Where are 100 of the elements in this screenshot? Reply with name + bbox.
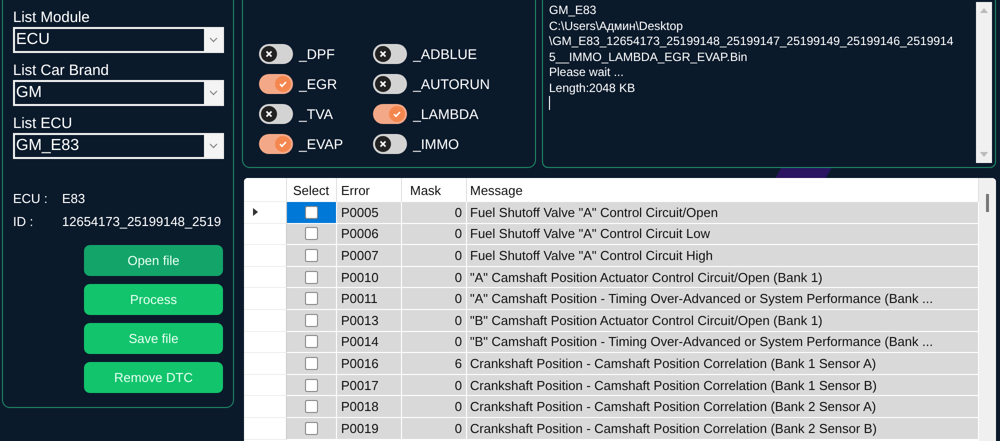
- checkbox[interactable]: [305, 335, 318, 348]
- table-cell: P0011: [337, 288, 402, 310]
- table-cell: 0: [402, 418, 467, 440]
- select-cell[interactable]: [287, 374, 337, 396]
- toggle-label: _LAMBDA: [413, 106, 478, 122]
- select-cell[interactable]: [287, 224, 337, 246]
- table-cell: "A" Camshaft Position - Timing Over-Advanced or System Performance (Bank ...: [467, 288, 979, 310]
- table-cell: 0: [402, 245, 467, 267]
- checkbox[interactable]: [305, 206, 318, 219]
- field-label: List Module: [13, 8, 91, 27]
- checkbox[interactable]: [305, 292, 318, 306]
- log-line: Length:2048 KB: [549, 80, 636, 96]
- toggle-label: _IMMO: [413, 136, 459, 152]
- table-cell: 0: [402, 332, 467, 354]
- close-icon: [379, 50, 388, 58]
- log-line: Please wait ...: [549, 65, 625, 80]
- toggle-switch[interactable]: [259, 134, 293, 154]
- chevron-down-icon: [208, 37, 218, 43]
- table-cell: "B" Camshaft Position Actuator Control Circuit/Open (Bank 1): [467, 310, 979, 332]
- table-cell: Fuel Shutoff Valve "A" Control Circuit Low: [467, 224, 979, 246]
- close-icon: [379, 140, 388, 148]
- select-cell[interactable]: [287, 332, 337, 354]
- checkbox[interactable]: [305, 270, 318, 284]
- log-line: GM_E83: [549, 3, 598, 18]
- toggle-switch[interactable]: [259, 104, 293, 124]
- toggle-switch[interactable]: [373, 44, 408, 64]
- table-cell: P0010: [337, 266, 402, 288]
- table-cell: 0: [402, 374, 467, 396]
- log-textbox[interactable]: GM_E83 C:\Users\Админ\Desktop \GM_E83_12654173_25199148_25199147_25199149_25199146_2519914 5__IMMO_LAMBDA_EGR_EVAP.Bin Please wait ... Length:2048 KB: [542, 0, 996, 168]
- select-cell[interactable]: [287, 418, 337, 440]
- scroll-thumb[interactable]: [986, 194, 989, 212]
- table-cell: P0005: [337, 202, 402, 224]
- toggle-switch[interactable]: [373, 74, 408, 94]
- check-icon: [278, 79, 288, 89]
- check-icon: [392, 109, 402, 119]
- toggle-switch[interactable]: [259, 74, 293, 94]
- close-icon: [265, 110, 273, 118]
- field-label: List Car Brand: [13, 61, 110, 80]
- select-cell[interactable]: [287, 202, 337, 224]
- check-icon: [278, 139, 288, 149]
- field-label: List ECU: [13, 114, 74, 133]
- log-line: C:\Users\Админ\Desktop: [549, 18, 684, 34]
- table-cell: P0016: [337, 353, 402, 375]
- table-cell: "A" Camshaft Position Actuator Control Circuit/Open (Bank 1): [467, 266, 979, 288]
- log-line: 5__IMMO_LAMBDA_EGR_EVAP.Bin: [549, 50, 748, 65]
- log-line: \GM_E83_12654173_25199148_25199147_25199149_25199146_2519914: [549, 34, 954, 50]
- select-cell[interactable]: [287, 310, 337, 332]
- checkbox[interactable]: [305, 314, 318, 327]
- select-cell[interactable]: [287, 288, 337, 310]
- select-cell[interactable]: [287, 266, 337, 288]
- select-cell[interactable]: [287, 353, 337, 375]
- info-label: ECU :: [13, 191, 49, 206]
- checkbox[interactable]: [305, 378, 318, 392]
- toggle-label: _TVA: [299, 106, 333, 122]
- dropdown[interactable]: GM_E83: [13, 133, 224, 159]
- table-cell: 0: [402, 266, 467, 288]
- checkbox[interactable]: [305, 227, 318, 240]
- table-cell: P0018: [337, 396, 402, 418]
- table-cell: Crankshaft Position - Camshaft Position Correlation (Bank 1 Sensor B): [467, 374, 979, 396]
- checkbox[interactable]: [305, 356, 318, 370]
- table-cell: 0: [402, 202, 467, 224]
- table-cell: Crankshaft Position - Camshaft Position Correlation (Bank 2 Sensor B): [467, 418, 979, 440]
- checkbox[interactable]: [305, 400, 318, 414]
- row-header[interactable]: [244, 202, 287, 224]
- table-cell: P0007: [337, 245, 402, 267]
- table-cell: Fuel Shutoff Valve "A" Control Circuit High: [467, 245, 979, 267]
- select-cell[interactable]: [287, 396, 337, 418]
- table-cell: Crankshaft Position - Camshaft Position Correlation (Bank 2 Sensor A): [467, 396, 979, 418]
- close-icon: [265, 50, 273, 58]
- info-value: E83: [62, 191, 86, 206]
- table-cell: P0013: [337, 310, 402, 332]
- chevron-down-icon: [208, 143, 218, 149]
- table-cell: "B" Camshaft Position - Timing Over-Advanced or System Performance (Bank ...: [467, 332, 979, 354]
- info-label: ID :: [13, 214, 34, 229]
- table-cell: P0006: [337, 224, 402, 246]
- table-cell: P0014: [337, 332, 402, 354]
- toggle-label: _EGR: [299, 76, 338, 92]
- dropdown[interactable]: ECU: [13, 27, 224, 53]
- table-cell: P0019: [337, 418, 402, 440]
- toggle-switch[interactable]: [259, 44, 293, 64]
- table-cell: 0: [402, 310, 467, 332]
- info-value: 12654173_25199148_2519: [62, 214, 222, 229]
- table-cell: 0: [402, 396, 467, 418]
- select-cell[interactable]: [287, 245, 337, 267]
- checkbox[interactable]: [305, 248, 318, 262]
- close-icon: [379, 80, 388, 88]
- toggle-switch[interactable]: [373, 104, 408, 124]
- toggle-label: _AUTORUN: [413, 76, 490, 92]
- table-cell: 0: [402, 288, 467, 310]
- dropdown[interactable]: GM: [13, 80, 224, 106]
- scrollbar[interactable]: [979, 178, 996, 441]
- text-cursor: [549, 96, 550, 110]
- toggle-label: _DPF: [299, 46, 335, 62]
- toggle-label: _EVAP: [299, 136, 344, 152]
- toggle-switch[interactable]: [373, 134, 408, 154]
- checkbox[interactable]: [305, 422, 318, 435]
- toggle-label: _ADBLUE: [413, 46, 477, 62]
- table-cell: Crankshaft Position - Camshaft Position Correlation (Bank 1 Sensor A): [467, 353, 979, 375]
- table-cell: Fuel Shutoff Valve "A" Control Circuit/Open: [467, 202, 979, 224]
- table-cell: P0017: [337, 374, 402, 396]
